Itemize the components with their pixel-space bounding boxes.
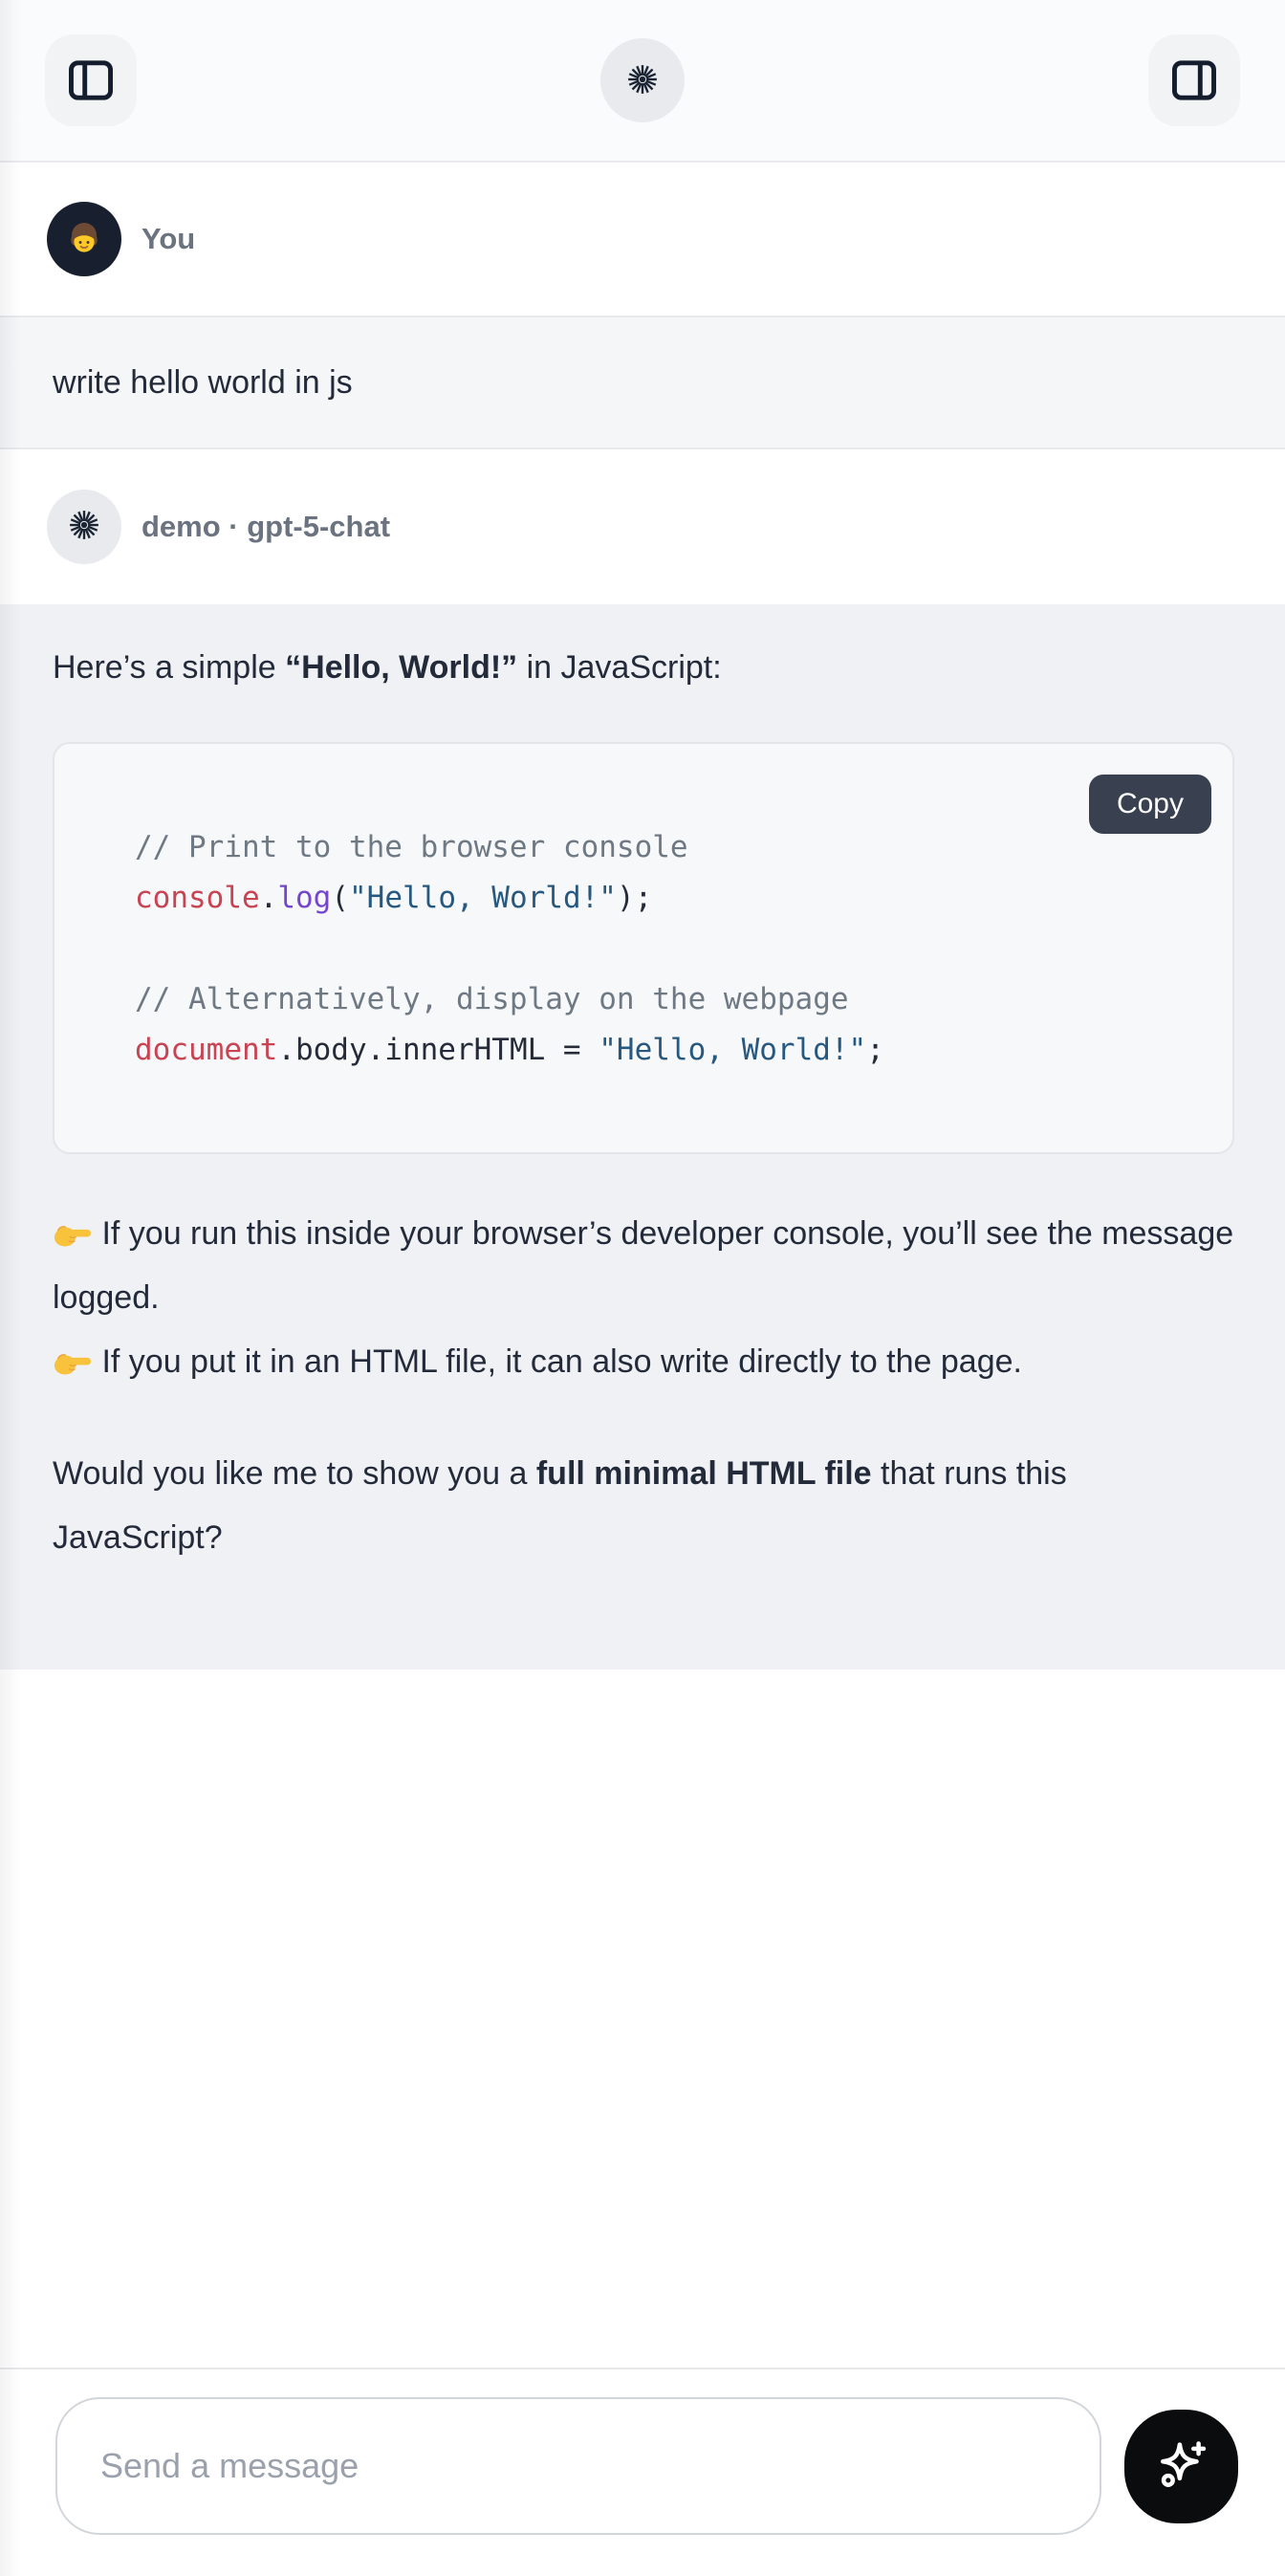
send-button[interactable] — [1124, 2410, 1238, 2523]
copy-code-button[interactable]: Copy — [1089, 775, 1211, 834]
person-emoji — [61, 216, 107, 262]
user-author-label: You — [142, 222, 195, 256]
top-bar — [0, 0, 1285, 163]
sparkles-icon — [1151, 2435, 1212, 2497]
assistant-starburst-slot — [66, 507, 102, 548]
user-avatar — [47, 202, 121, 276]
assistant-intro-text: Here’s a simple “Hello, World!” in JavaS… — [53, 636, 1234, 700]
sidebar-toggle-button[interactable] — [45, 34, 137, 126]
point-right-emoji — [53, 1348, 93, 1377]
code-content: // Print to the browser consoleconsole.l… — [54, 744, 1232, 1152]
model-starburst-slot — [624, 61, 661, 100]
model-button[interactable] — [600, 38, 685, 122]
user-message-text: write hello world in js — [53, 364, 353, 402]
panel-left-icon — [64, 54, 118, 107]
message-input[interactable] — [55, 2397, 1101, 2535]
canvas-toggle-button[interactable] — [1148, 34, 1240, 126]
assistant-message-body: Here’s a simple “Hello, World!” in JavaS… — [0, 604, 1285, 1670]
assistant-tips-text: If you run this inside your browser’s de… — [53, 1202, 1234, 1394]
panel-right-icon — [1167, 54, 1221, 107]
point-right-emoji — [53, 1220, 93, 1249]
code-block: Copy // Print to the browser consolecons… — [53, 742, 1234, 1154]
starburst-icon — [624, 61, 661, 98]
assistant-followup-text: Would you like me to show you a full min… — [53, 1442, 1234, 1570]
assistant-avatar — [47, 490, 121, 564]
user-message-bubble: write hello world in js — [0, 316, 1285, 449]
assistant-message-header: demo · gpt-5-chat — [0, 449, 1285, 604]
assistant-author-label: demo · gpt-5-chat — [142, 510, 390, 544]
composer-bar — [0, 2368, 1285, 2576]
chat-empty-space — [0, 1670, 1285, 2368]
user-message-header: You — [0, 163, 1285, 316]
starburst-icon — [66, 507, 102, 543]
